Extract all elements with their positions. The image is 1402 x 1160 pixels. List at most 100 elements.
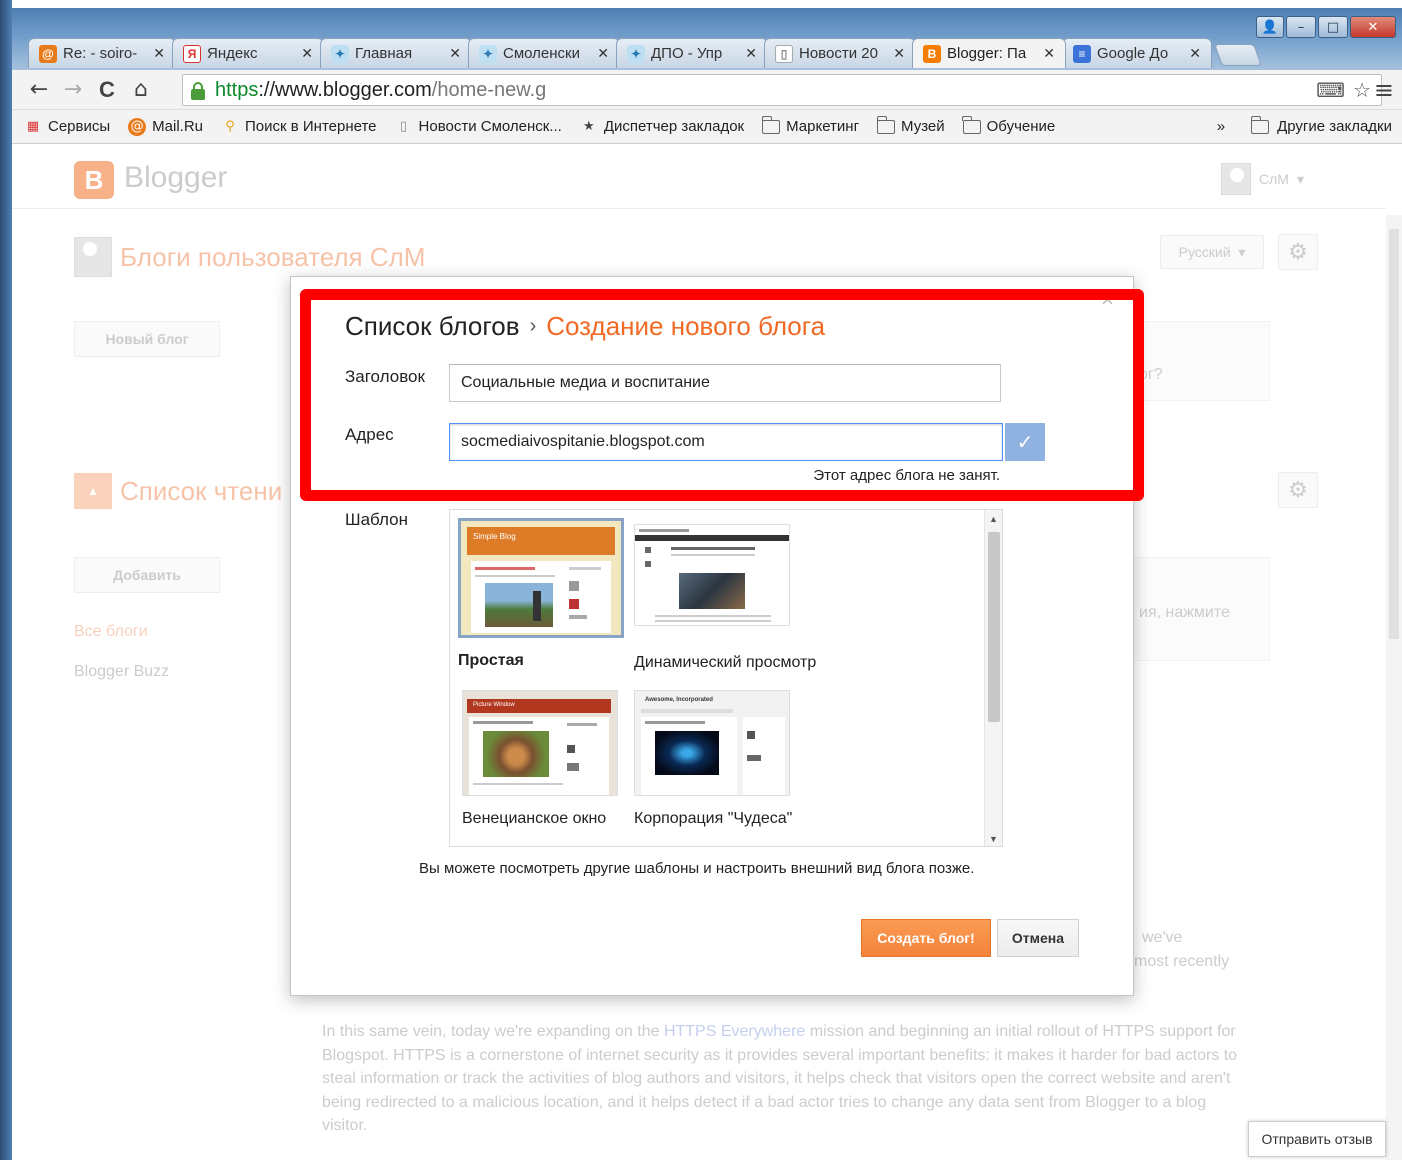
tab-dpo[interactable]: ✦ ДПО - Упр ✕ [616,38,768,68]
scrollbar-thumb[interactable] [988,532,1000,722]
scroll-up-icon[interactable]: ▲ [989,514,998,524]
user-name: СлМ [1259,171,1289,187]
tab-label: Смоленски [503,45,580,62]
home-button[interactable]: ⌂ [124,77,158,102]
blogger-header: B Blogger СлМ ▾ [12,145,1386,209]
all-blogs-link[interactable]: Все блоги [74,623,148,641]
folder-icon [962,115,981,134]
bookmarks-overflow-button[interactable]: » [1217,118,1225,135]
avatar [1221,163,1252,195]
lock-icon [191,80,207,100]
template-awesome-inc[interactable]: Awesome, Incorporated Корпорация "Чудеса… [634,690,800,828]
thumb-header-text: Awesome, Incorporated [645,697,713,703]
tab-yandex[interactable]: Я Яндекс ✕ [172,38,324,68]
news-article: In this same vein, today we're expanding… [322,1020,1252,1138]
template-picture-window[interactable]: Picture Window Венецианское окно [462,690,628,828]
search-icon: ⚲ [225,119,235,134]
page-scrollbar[interactable] [1386,215,1402,1160]
folder-icon [1250,115,1270,134]
https-everywhere-link[interactable]: HTTPS Everywhere [664,1023,805,1040]
bookmark-folder-learning[interactable]: Обучение [962,115,1056,135]
site-icon: ✦ [627,44,645,63]
gear-icon[interactable]: ⚙ [1278,472,1318,508]
reload-button[interactable]: C [90,77,124,103]
tab-news[interactable]: ▯ Новости 20 ✕ [764,38,916,68]
profile-icon[interactable]: 👤 [1256,16,1284,38]
tab-close-icon[interactable]: ✕ [893,46,905,62]
address-bar[interactable]: https://www.blogger.com/home-new.g ⌨ ☆ [182,74,1382,106]
bookmark-label: Mail.Ru [152,118,204,135]
tab-label: Google До [1097,45,1169,62]
tab-close-icon[interactable]: ✕ [745,46,757,62]
bookmark-label: Музей [901,118,945,135]
new-blog-button[interactable]: Новый блог [74,321,220,357]
template-dynamic[interactable]: Динамический просмотр [634,524,816,672]
collapse-icon[interactable]: ▲ [74,473,112,509]
tab-smolensk[interactable]: ✦ Смоленски ✕ [468,38,620,68]
tab-blogger[interactable]: B Blogger: Па ✕ [912,38,1066,68]
template-picker[interactable]: Simple Blog Простая Динамический просмот… [449,509,1003,847]
window-controls: 👤 – □ ✕ [1256,16,1396,38]
language-value: Русский [1178,244,1231,260]
window-edge [0,0,12,1160]
news-snippet: we've [1142,929,1183,946]
forward-button[interactable]: → [56,77,90,102]
scrollbar-thumb[interactable] [1389,229,1399,639]
account-menu[interactable]: СлМ ▾ [1221,163,1304,195]
bookmark-label: Диспетчер закладок [603,118,745,135]
template-simple[interactable]: Simple Blog Простая [458,518,624,670]
template-label: Шаблон [345,510,408,529]
tab-close-icon[interactable]: ✕ [1189,46,1201,62]
blogs-title: Блоги пользователя СлМ [74,237,425,277]
maximize-button[interactable]: □ [1318,16,1348,38]
bookmark-manager[interactable]: ★ Диспетчер закладок [580,118,744,135]
bookmark-folder-museum[interactable]: Музей [876,115,945,135]
bookmark-search[interactable]: ⚲ Поиск в Интернете [221,118,377,135]
back-button[interactable]: ← [22,77,56,102]
bookmark-label: Поиск в Интернете [245,118,377,135]
template-name: Венецианское окно [462,810,607,827]
tab-google-docs[interactable]: ≡ Google До ✕ [1062,38,1212,68]
tab-close-icon[interactable]: ✕ [449,46,461,62]
browser-toolbar: ← → C ⌂ https://www.blogger.com/home-new… [12,70,1402,110]
thumb-header-text: Simple Blog [473,532,516,541]
browser-window: 👤 – □ ✕ @ Re: - soiro- ✕ Я Яндекс ✕ ✦ Гл… [0,0,1402,1160]
bookmark-label: Обучение [986,118,1056,135]
tab-close-icon[interactable]: ✕ [153,46,165,62]
tab-close-icon[interactable]: ✕ [597,46,609,62]
site-icon: ✦ [331,44,349,63]
language-select[interactable]: Русский ▾ [1160,235,1264,269]
bookmark-folder-marketing[interactable]: Маркетинг [761,115,859,135]
thumb-header-text: Picture Window [473,702,515,708]
tab-close-icon[interactable]: ✕ [1043,46,1055,62]
create-blog-button[interactable]: Создать блог! [861,919,991,957]
minimize-button[interactable]: – [1286,16,1316,38]
add-button[interactable]: Добавить [74,557,220,593]
bookmark-star-icon[interactable]: ☆ [1353,78,1371,102]
bookmark-mailru[interactable]: @ Mail.Ru [128,117,204,136]
mailru-icon: @ [128,117,147,136]
template-scrollbar[interactable]: ▲ ▼ [984,510,1002,846]
template-thumbnail: Picture Window [462,690,618,796]
other-bookmarks[interactable]: Другие закладки [1277,118,1392,135]
blogger-icon: B [923,44,941,63]
template-note: Вы можете посмотреть другие шаблоны и на… [419,860,975,877]
translate-icon[interactable]: ⌨ [1316,78,1345,102]
bookmark-services[interactable]: ▦ Сервисы [24,118,110,135]
folder-icon [761,115,781,134]
blogger-logo-icon: B [74,161,114,199]
blogger-buzz-link[interactable]: Blogger Buzz [74,663,169,681]
new-tab-button[interactable] [1213,44,1263,66]
gear-icon[interactable]: ⚙ [1278,234,1318,270]
close-window-button[interactable]: ✕ [1350,16,1396,38]
scroll-down-icon[interactable]: ▼ [989,834,998,844]
chevron-down-icon: ▾ [1238,243,1246,260]
cancel-button[interactable]: Отмена [997,919,1079,957]
chrome-menu-icon[interactable]: ≡ [1374,76,1394,104]
feedback-button[interactable]: Отправить отзыв [1248,1121,1386,1157]
docs-icon: ≡ [1073,44,1091,63]
bookmark-news[interactable]: ▯ Новости Смоленск... [395,118,562,135]
tab-close-icon[interactable]: ✕ [301,46,313,62]
tab-glavnaya[interactable]: ✦ Главная ✕ [320,38,472,68]
tab-mail[interactable]: @ Re: - soiro- ✕ [28,38,176,68]
